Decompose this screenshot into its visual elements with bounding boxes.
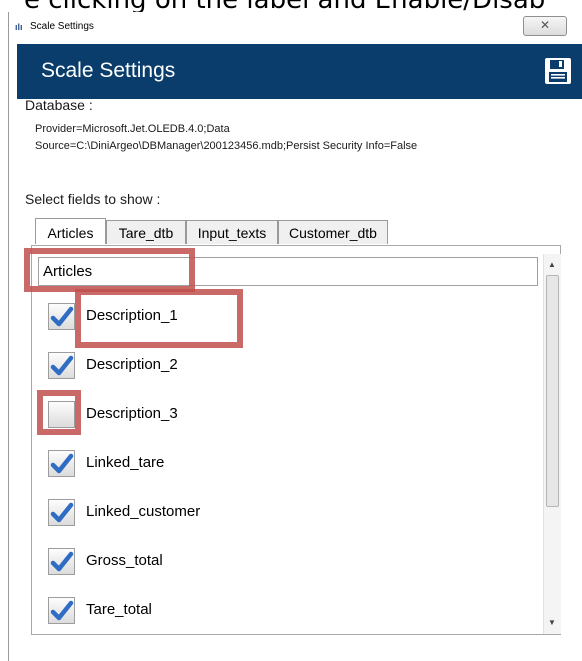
select-fields-label: Select fields to show : [25, 191, 161, 207]
caption-text-fragment: e clicking on the label and Enable/Disab [0, 0, 582, 12]
tab-customer-dtb[interactable]: Customer_dtb [278, 220, 388, 244]
scroll-up-arrow-icon[interactable]: ▲ [548, 260, 556, 269]
field-label: Linked_customer [86, 503, 201, 520]
header-title: Scale Settings [41, 59, 176, 82]
tab-articles[interactable]: Articles [35, 218, 106, 244]
vertical-scrollbar[interactable]: ▲ ▼ [543, 254, 561, 634]
field-label: Tare_total [86, 601, 152, 618]
field-label: Description_2 [86, 356, 178, 373]
connection-string-line1: Provider=Microsoft.Jet.OLEDB.4.0;Data [35, 123, 230, 135]
tab-tare-dtb[interactable]: Tare_dtb [106, 220, 186, 244]
scroll-down-arrow-icon[interactable]: ▼ [548, 618, 556, 627]
field-label: Gross_total [86, 552, 163, 569]
app-icon: ılı [15, 22, 23, 32]
checkbox-checked[interactable] [48, 548, 75, 575]
checkbox-checked[interactable] [48, 450, 75, 477]
checkbox-checked[interactable] [48, 352, 75, 379]
checkbox-checked[interactable] [48, 303, 75, 330]
highlight-box-label [75, 289, 243, 348]
floppy-disk-icon[interactable] [543, 56, 573, 86]
window-title: Scale Settings [30, 21, 94, 32]
header-bar: Scale Settings [17, 44, 582, 99]
highlight-box-table-name [24, 248, 195, 292]
field-label: Description_3 [86, 405, 178, 422]
scrollbar-thumb[interactable] [546, 275, 559, 507]
connection-string: Provider=Microsoft.Jet.OLEDB.4.0;Data So… [35, 121, 575, 155]
checkbox-checked[interactable] [48, 499, 75, 526]
caption-text: e clicking on the label and Enable/Disab [24, 0, 545, 12]
highlight-box-checkbox [37, 390, 81, 435]
close-button[interactable]: ✕ [523, 16, 567, 36]
checkbox-checked[interactable] [48, 597, 75, 624]
tab-input-texts[interactable]: Input_texts [186, 220, 278, 244]
connection-string-line2: Source=C:\DiniArgeo\DBManager\200123456.… [35, 140, 418, 152]
title-bar: ılı Scale Settings ✕ [9, 12, 582, 43]
field-label: Linked_tare [86, 454, 165, 471]
database-label: Database : [25, 97, 93, 113]
